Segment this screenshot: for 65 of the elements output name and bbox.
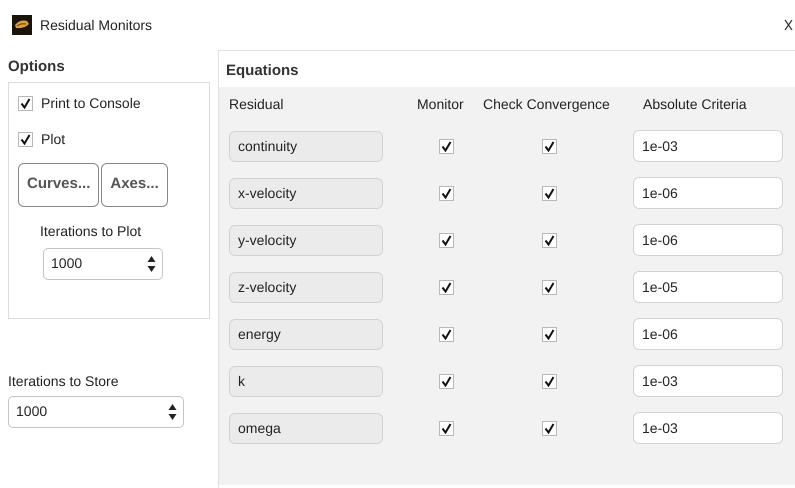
criteria-field[interactable]: 1e-06 [633,177,783,209]
criteria-field[interactable]: 1e-03 [633,365,783,397]
checkbox[interactable] [439,138,454,154]
column-header: Residual [229,95,284,114]
check-icon [441,188,452,198]
checkbox-label: Print to Console [41,94,141,113]
checkbox[interactable] [542,326,557,342]
residual-name: energy [229,318,383,350]
check-icon [544,234,555,246]
residual-name: continuity [229,130,383,162]
criteria-field[interactable]: 1e-03 [633,130,783,162]
checkbox[interactable] [542,232,557,248]
check-icon [441,328,452,340]
spin-field[interactable]: 1000 [43,248,163,280]
residual-name: y-velocity [229,224,383,256]
check-icon [441,140,452,152]
section-title: Options [8,57,66,77]
spinner-arrows-icon [168,402,177,422]
checkbox[interactable] [542,186,557,200]
check-icon [544,282,555,292]
criteria-field[interactable]: 1e-05 [633,271,783,303]
check-icon [20,134,31,145]
checkbox[interactable] [542,138,557,154]
residual-name: k [229,366,383,396]
residual-name: x-velocity [229,178,383,208]
checkbox[interactable] [439,420,454,436]
checkbox-label: Plot [41,130,66,149]
checkbox[interactable] [439,280,454,294]
checkbox[interactable] [542,374,557,388]
check-icon [20,98,31,109]
checkbox[interactable] [542,420,557,436]
check-icon [441,282,452,292]
criteria-field[interactable]: 1e-06 [633,224,783,256]
field-label: Iterations to Store [8,372,120,390]
check-icon [441,234,452,246]
checkbox[interactable] [439,374,454,388]
checkbox[interactable] [439,326,454,342]
check-icon [544,328,555,340]
check-icon [441,376,452,386]
window-title: Residual Monitors [40,16,152,34]
checkbox[interactable] [439,232,454,248]
column-header: Absolute Criteria [643,95,746,114]
check-icon [544,376,555,386]
check-icon [441,422,452,434]
check-icon [544,188,555,198]
column-header: Monitor [417,95,465,114]
checkbox[interactable] [18,132,33,147]
residual-name: z-velocity [229,272,383,302]
field-label: Iterations to Plot [40,222,142,240]
column-header: Check Convergence [483,95,611,114]
check-icon [544,422,555,434]
dialog-button[interactable]: Curves... [18,162,100,206]
checkbox[interactable] [439,186,454,200]
criteria-field[interactable]: 1e-06 [633,318,783,350]
residual-name: omega [229,412,383,444]
close-icon[interactable] [784,19,793,31]
spin-field[interactable]: 1000 [8,396,184,428]
dialog-button[interactable]: Axes... [101,162,168,206]
criteria-field[interactable]: 1e-03 [633,412,783,444]
section-title: Equations [225,61,300,81]
checkbox[interactable] [18,96,33,111]
app-logo-icon [12,15,32,35]
spinner-arrows-icon [147,254,156,274]
check-icon [544,140,555,152]
checkbox[interactable] [542,280,557,294]
